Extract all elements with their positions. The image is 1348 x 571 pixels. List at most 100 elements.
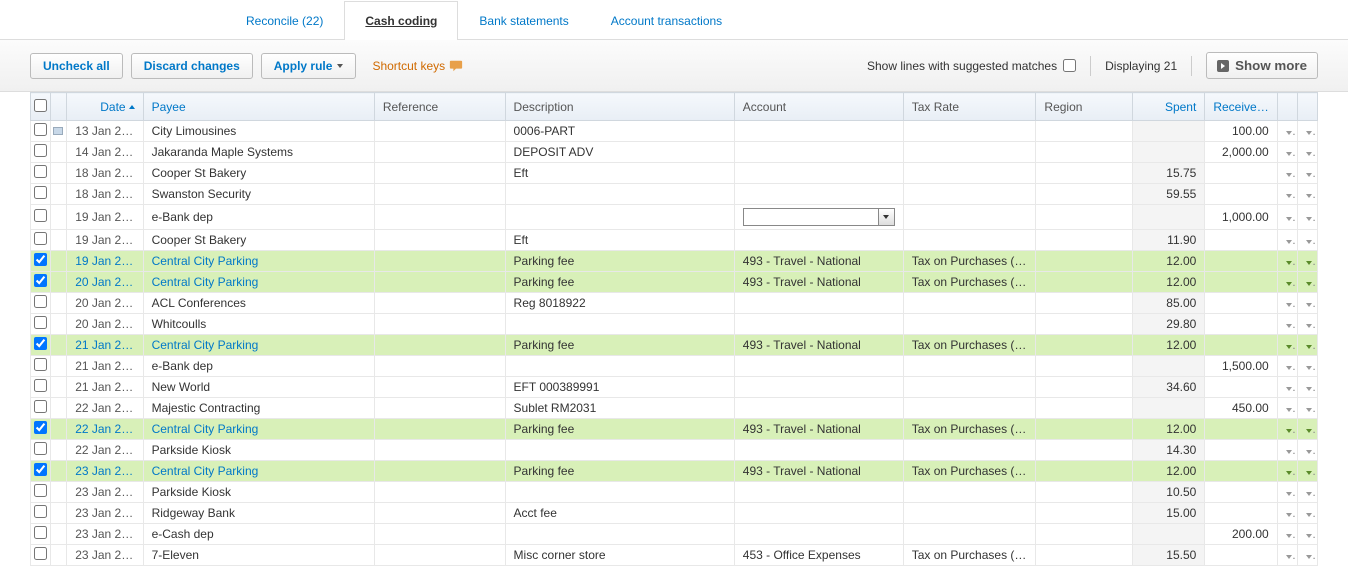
tax-cell[interactable]: Tax on Purchases (8.2…	[903, 545, 1036, 566]
row-checkbox[interactable]	[34, 186, 47, 199]
reference-cell[interactable]	[374, 272, 505, 293]
row-menu-2[interactable]	[1297, 524, 1317, 545]
tax-cell[interactable]: Tax on Purchases (8.2…	[903, 272, 1036, 293]
tax-cell[interactable]	[903, 356, 1036, 377]
row-checkbox-cell[interactable]	[31, 142, 51, 163]
row-menu-1[interactable]	[1277, 461, 1297, 482]
row-checkbox-cell[interactable]	[31, 251, 51, 272]
region-cell[interactable]	[1036, 377, 1133, 398]
uncheck-all-button[interactable]: Uncheck all	[30, 53, 123, 79]
row-menu-1[interactable]	[1277, 419, 1297, 440]
table-row[interactable]: 23 Jan 20247-ElevenMisc corner store453 …	[31, 545, 1318, 566]
account-cell[interactable]	[734, 398, 903, 419]
row-menu-2[interactable]	[1297, 440, 1317, 461]
row-menu-1[interactable]	[1277, 377, 1297, 398]
payee-cell[interactable]: Parkside Kiosk	[143, 482, 374, 503]
date-cell[interactable]: 23 Jan 2024	[67, 545, 143, 566]
reference-cell[interactable]	[374, 524, 505, 545]
payee-cell[interactable]: Cooper St Bakery	[143, 163, 374, 184]
tax-cell[interactable]	[903, 293, 1036, 314]
row-menu-1[interactable]	[1277, 524, 1297, 545]
account-dropdown[interactable]	[743, 208, 895, 226]
reference-cell[interactable]	[374, 184, 505, 205]
payee-cell[interactable]: Central City Parking	[143, 335, 374, 356]
region-cell[interactable]	[1036, 293, 1133, 314]
tax-cell[interactable]	[903, 524, 1036, 545]
account-header[interactable]: Account	[734, 93, 903, 121]
account-cell[interactable]	[734, 205, 903, 230]
payee-cell[interactable]: Central City Parking	[143, 419, 374, 440]
row-menu-1[interactable]	[1277, 335, 1297, 356]
table-row[interactable]: 14 Jan 2024Jakaranda Maple SystemsDEPOSI…	[31, 142, 1318, 163]
row-menu-1[interactable]	[1277, 482, 1297, 503]
description-cell[interactable]: 0006-PART	[505, 121, 734, 142]
date-cell[interactable]: 20 Jan 2024	[67, 314, 143, 335]
date-cell[interactable]: 22 Jan 2024	[67, 398, 143, 419]
tax-cell[interactable]	[903, 205, 1036, 230]
row-checkbox[interactable]	[34, 442, 47, 455]
row-menu-1[interactable]	[1277, 545, 1297, 566]
row-checkbox-cell[interactable]	[31, 419, 51, 440]
row-menu-1[interactable]	[1277, 398, 1297, 419]
tax-cell[interactable]: Tax on Purchases (8.2…	[903, 419, 1036, 440]
region-cell[interactable]	[1036, 251, 1133, 272]
account-cell[interactable]	[734, 121, 903, 142]
row-checkbox-cell[interactable]	[31, 230, 51, 251]
description-header[interactable]: Description	[505, 93, 734, 121]
region-cell[interactable]	[1036, 230, 1133, 251]
region-cell[interactable]	[1036, 356, 1133, 377]
payee-cell[interactable]: Ridgeway Bank	[143, 503, 374, 524]
description-cell[interactable]: Parking fee	[505, 251, 734, 272]
row-checkbox-cell[interactable]	[31, 398, 51, 419]
apply-rule-button[interactable]: Apply rule	[261, 53, 357, 79]
account-cell[interactable]	[734, 230, 903, 251]
row-menu-1[interactable]	[1277, 503, 1297, 524]
payee-cell[interactable]: e-Bank dep	[143, 356, 374, 377]
tab-account-transactions[interactable]: Account transactions	[590, 1, 743, 40]
tax-cell[interactable]: Tax on Purchases (8.2…	[903, 251, 1036, 272]
region-cell[interactable]	[1036, 482, 1133, 503]
account-cell[interactable]	[734, 293, 903, 314]
description-cell[interactable]: Parking fee	[505, 461, 734, 482]
description-cell[interactable]	[505, 482, 734, 503]
row-checkbox[interactable]	[34, 165, 47, 178]
description-cell[interactable]: EFT 000389991	[505, 377, 734, 398]
table-row[interactable]: 23 Jan 2024Central City Parking Parking f…	[31, 461, 1318, 482]
date-cell[interactable]: 23 Jan 2024	[67, 482, 143, 503]
table-row[interactable]: 20 Jan 2024Central City ParkingParking f…	[31, 272, 1318, 293]
date-cell[interactable]: 23 Jan 2024	[67, 461, 143, 482]
row-checkbox-cell[interactable]	[31, 205, 51, 230]
tax-cell[interactable]	[903, 377, 1036, 398]
row-menu-2[interactable]	[1297, 545, 1317, 566]
tax-cell[interactable]	[903, 482, 1036, 503]
row-menu-2[interactable]	[1297, 335, 1317, 356]
row-checkbox[interactable]	[34, 274, 47, 287]
table-row[interactable]: 21 Jan 2024Central City ParkingParking f…	[31, 335, 1318, 356]
select-all-header[interactable]	[31, 93, 51, 121]
date-cell[interactable]: 18 Jan 2024	[67, 184, 143, 205]
row-checkbox-cell[interactable]	[31, 121, 51, 142]
row-menu-2[interactable]	[1297, 356, 1317, 377]
tab-reconcile[interactable]: Reconcile (22)	[225, 1, 344, 40]
row-checkbox[interactable]	[34, 337, 47, 350]
tax-cell[interactable]	[903, 440, 1036, 461]
region-cell[interactable]	[1036, 440, 1133, 461]
tax-header[interactable]: Tax Rate	[903, 93, 1036, 121]
table-row[interactable]: 21 Jan 2024New WorldEFT 00038999134.60	[31, 377, 1318, 398]
reference-cell[interactable]	[374, 163, 505, 184]
tax-cell[interactable]	[903, 121, 1036, 142]
reference-cell[interactable]	[374, 251, 505, 272]
date-cell[interactable]: 20 Jan 2024	[67, 272, 143, 293]
row-checkbox[interactable]	[34, 484, 47, 497]
payee-cell[interactable]: Central City Parking	[143, 461, 374, 482]
discard-changes-button[interactable]: Discard changes	[131, 53, 253, 79]
date-cell[interactable]: 23 Jan 2024	[67, 503, 143, 524]
row-menu-2[interactable]	[1297, 205, 1317, 230]
account-cell[interactable]: 493 - Travel - National	[734, 461, 903, 482]
table-row[interactable]: 18 Jan 2024Cooper St BakeryEft15.75	[31, 163, 1318, 184]
reference-cell[interactable]	[374, 314, 505, 335]
spent-header[interactable]: Spent	[1132, 93, 1204, 121]
row-menu-1[interactable]	[1277, 184, 1297, 205]
payee-cell[interactable]: Central City Parking	[143, 272, 374, 293]
description-cell[interactable]	[505, 314, 734, 335]
